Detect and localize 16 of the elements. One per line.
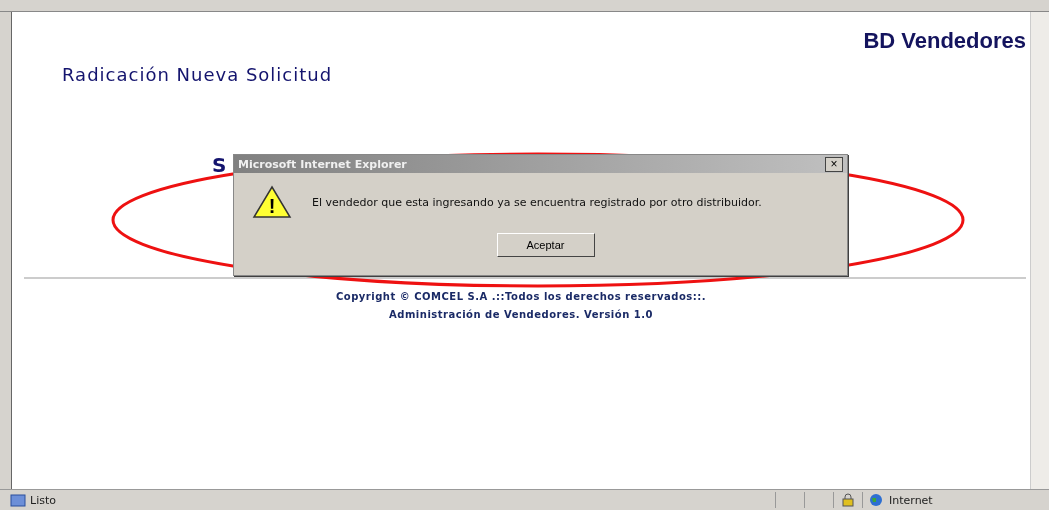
page-heading: Radicación Nueva Solicitud (62, 64, 334, 85)
footer-text: Administración de Vendedores. Versión 1.0 (389, 309, 653, 320)
warning-icon: ! (252, 185, 292, 219)
footer-text: Copyright © COMCEL S.A .::Todos los derechos reservados::. (335, 291, 707, 302)
page-icon (10, 493, 26, 507)
dialog-title: Microsoft Internet Explorer (238, 157, 407, 171)
status-text: Listo (30, 493, 56, 507)
lock-icon (841, 493, 855, 507)
dialog-message: El vendedor que esta ingresando ya se encuentra registrado por otro distribuidor. (312, 195, 762, 209)
scrollbar[interactable] (1030, 12, 1049, 489)
accept-button[interactable]: Aceptar (496, 233, 595, 257)
site-title: BD Vendedores (863, 28, 1026, 54)
close-button[interactable]: × (825, 156, 843, 172)
section-heading: S (212, 153, 227, 177)
zone-text: Internet (889, 493, 933, 507)
globe-icon (869, 493, 883, 507)
